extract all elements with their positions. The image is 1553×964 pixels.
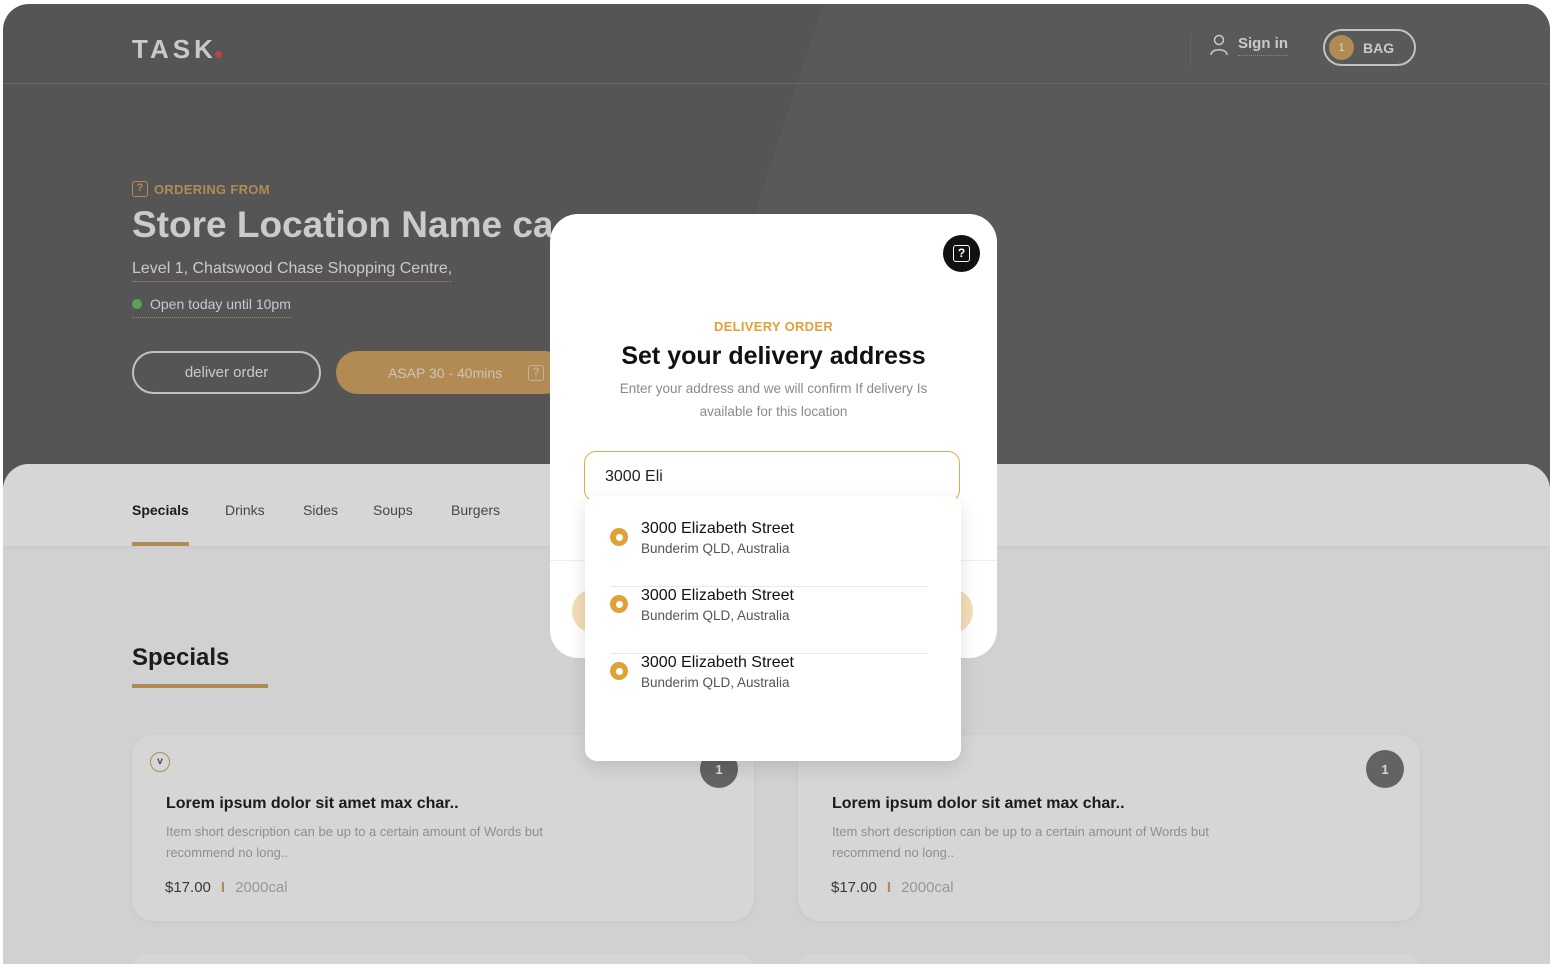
address-suggestion[interactable]: 3000 Elizabeth Street Bunderim QLD, Aust… [610, 587, 928, 654]
suggestion-street: 3000 Elizabeth Street [641, 587, 794, 604]
suggestion-locality: Bunderim QLD, Australia [641, 675, 790, 690]
modal-kicker: DELIVERY ORDER [713, 319, 834, 334]
location-pin-icon [610, 528, 628, 546]
suggestion-locality: Bunderim QLD, Australia [641, 608, 790, 623]
address-suggestion[interactable]: 3000 Elizabeth Street Bunderim QLD, Aust… [610, 654, 928, 721]
suggestion-locality: Bunderim QLD, Australia [641, 541, 790, 556]
location-pin-icon [610, 595, 628, 613]
modal-title: Set your delivery address [621, 342, 926, 370]
help-glyph: ? [953, 245, 970, 262]
help-icon[interactable]: ? [943, 235, 980, 272]
modal-description: Enter your address and we will confirm I… [619, 381, 928, 419]
address-suggestion[interactable]: 3000 Elizabeth Street Bunderim QLD, Aust… [610, 520, 928, 587]
address-input[interactable]: 3000 Eli [584, 451, 960, 502]
suggestion-street: 3000 Elizabeth Street [641, 654, 794, 671]
address-suggestions: 3000 Elizabeth Street Bunderim QLD, Aust… [585, 496, 961, 761]
suggestion-street: 3000 Elizabeth Street [641, 520, 794, 537]
location-pin-icon [610, 662, 628, 680]
